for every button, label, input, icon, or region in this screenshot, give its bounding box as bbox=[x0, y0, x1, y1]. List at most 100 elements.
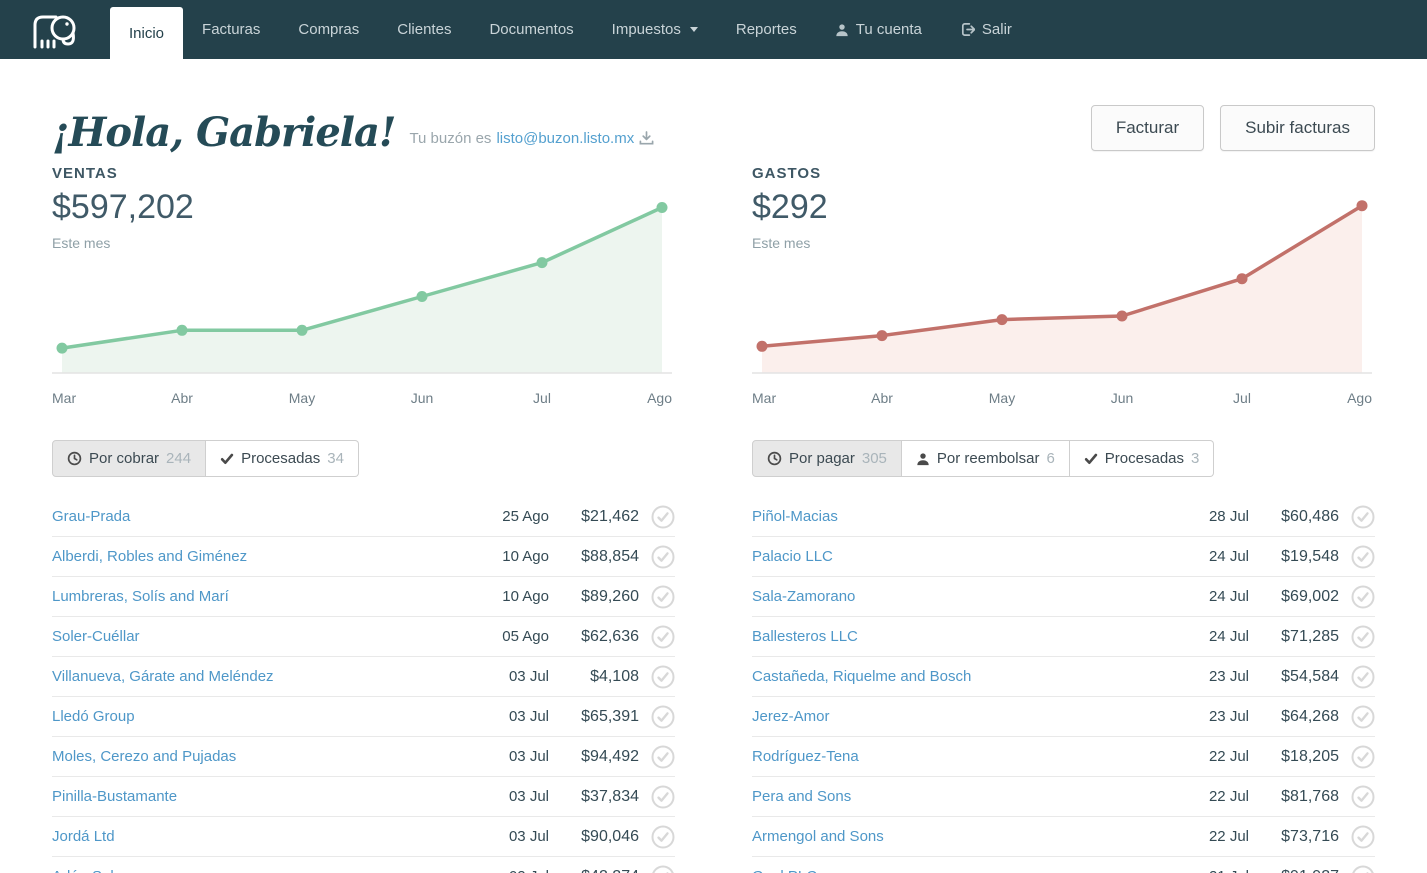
header-row: ¡Hola, Gabriela! Tu buzón es listo@buzon… bbox=[52, 59, 1375, 159]
expenses-tab-por-reembolsar[interactable]: Por reembolsar 6 bbox=[901, 440, 1070, 477]
check-icon bbox=[1084, 452, 1098, 465]
nav-item-label: Salir bbox=[981, 21, 1012, 38]
row-amount: $89,260 bbox=[581, 587, 639, 605]
check-circle-icon[interactable] bbox=[1351, 865, 1375, 873]
company-link[interactable]: Jerez-Amor bbox=[752, 708, 1139, 725]
sales-tab-por-cobrar[interactable]: Por cobrar 244 bbox=[52, 440, 207, 477]
nav-item-inicio[interactable]: Inicio bbox=[110, 7, 184, 59]
company-link[interactable]: Ballesteros LLC bbox=[752, 628, 1139, 645]
company-link[interactable]: Piñol-Macias bbox=[752, 508, 1139, 525]
expenses-title: GASTOS bbox=[752, 165, 822, 182]
company-link[interactable]: Lledó Group bbox=[52, 708, 439, 725]
dashboard: ¡Hola, Gabriela! Tu buzón es listo@buzon… bbox=[0, 59, 1427, 873]
row-amount: $88,854 bbox=[581, 547, 639, 565]
row-amount: $71,285 bbox=[1281, 627, 1339, 645]
company-link[interactable]: Castañeda, Riquelme and Bosch bbox=[752, 668, 1139, 685]
clock-icon bbox=[767, 451, 782, 466]
row-date: 05 Ago bbox=[502, 628, 549, 645]
listo-elephant-logo[interactable] bbox=[0, 0, 110, 59]
company-link[interactable]: Sala-Zamorano bbox=[752, 588, 1139, 605]
table-row: Rodríguez-Tena 22 Jul $18,205 bbox=[752, 737, 1375, 777]
nav-item-label: Documentos bbox=[489, 21, 574, 38]
row-amount: $4,108 bbox=[590, 667, 639, 685]
check-circle-icon[interactable] bbox=[651, 705, 675, 729]
table-row: Palacio LLC 24 Jul $19,548 bbox=[752, 537, 1375, 577]
tab-count: 34 bbox=[327, 450, 344, 467]
expenses-tab-por-pagar[interactable]: Por pagar 305 bbox=[752, 440, 902, 477]
table-row: Moles, Cerezo and Pujadas 03 Jul $94,492 bbox=[52, 737, 675, 777]
nav-item-facturas[interactable]: Facturas bbox=[183, 0, 279, 59]
company-link[interactable]: Alberdi, Robles and Giménez bbox=[52, 548, 439, 565]
check-circle-icon[interactable] bbox=[651, 585, 675, 609]
nav-item-impuestos[interactable]: Impuestos bbox=[593, 0, 717, 59]
row-amount: $62,636 bbox=[581, 627, 639, 645]
table-row: Ballesteros LLC 24 Jul $71,285 bbox=[752, 617, 1375, 657]
nav-item-salir[interactable]: Salir bbox=[941, 0, 1031, 59]
facturar-button[interactable]: Facturar bbox=[1090, 105, 1205, 151]
company-link[interactable]: Palacio LLC bbox=[752, 548, 1139, 565]
download-icon[interactable] bbox=[639, 131, 654, 146]
check-circle-icon[interactable] bbox=[651, 785, 675, 809]
company-link[interactable]: Villanueva, Gárate and Meléndez bbox=[52, 668, 439, 685]
expenses-tab-procesadas[interactable]: Procesadas 3 bbox=[1069, 440, 1215, 477]
sales-tab-procesadas[interactable]: Procesadas 34 bbox=[206, 440, 359, 477]
company-link[interactable]: Gual PLC bbox=[752, 868, 1139, 873]
company-link[interactable]: Soler-Cuéllar bbox=[52, 628, 439, 645]
company-link[interactable]: Rodríguez-Tena bbox=[752, 748, 1139, 765]
company-link[interactable]: Adán-Salas bbox=[52, 868, 439, 873]
check-circle-icon[interactable] bbox=[1351, 665, 1375, 689]
buzon-email-link[interactable]: listo@buzon.listo.mx bbox=[496, 130, 634, 147]
check-circle-icon[interactable] bbox=[1351, 505, 1375, 529]
nav-item-compras[interactable]: Compras bbox=[279, 0, 378, 59]
check-circle-icon[interactable] bbox=[651, 545, 675, 569]
expenses-panel: GASTOS $292 Este mes Mar Abr May Jun Jul Ago … bbox=[752, 163, 1375, 873]
sales-amount: $597,202 bbox=[52, 188, 194, 226]
check-circle-icon[interactable] bbox=[1351, 705, 1375, 729]
row-amount: $94,492 bbox=[581, 747, 639, 765]
check-circle-icon[interactable] bbox=[1351, 625, 1375, 649]
row-amount: $60,486 bbox=[1281, 507, 1339, 525]
sales-title: VENTAS bbox=[52, 165, 118, 182]
sales-chart-zone: VENTAS $597,202 Este mes Mar Abr May Jun Jul… bbox=[52, 163, 675, 408]
company-link[interactable]: Armengol and Sons bbox=[752, 828, 1139, 845]
nav-item-clientes[interactable]: Clientes bbox=[378, 0, 470, 59]
check-circle-icon[interactable] bbox=[651, 745, 675, 769]
nav-item-reportes[interactable]: Reportes bbox=[717, 0, 816, 59]
check-circle-icon[interactable] bbox=[1351, 785, 1375, 809]
sales-period: Este mes bbox=[52, 235, 111, 251]
check-circle-icon[interactable] bbox=[651, 625, 675, 649]
table-row: Jordá Ltd 03 Jul $90,046 bbox=[52, 817, 675, 857]
expenses-period: Este mes bbox=[752, 235, 811, 251]
sales-table: Grau-Prada 25 Ago $21,462 Alberdi, Robles a… bbox=[52, 497, 675, 873]
check-circle-icon[interactable] bbox=[651, 505, 675, 529]
check-circle-icon[interactable] bbox=[1351, 585, 1375, 609]
check-circle-icon[interactable] bbox=[1351, 825, 1375, 849]
expenses-tabs: Por pagar 305 Por reembolsar 6 Procesadas 3 bbox=[752, 440, 1375, 477]
company-link[interactable]: Grau-Prada bbox=[52, 508, 439, 525]
check-circle-icon[interactable] bbox=[1351, 545, 1375, 569]
check-circle-icon[interactable] bbox=[1351, 745, 1375, 769]
nav-item-tu-cuenta[interactable]: Tu cuenta bbox=[816, 0, 941, 59]
company-link[interactable]: Pera and Sons bbox=[752, 788, 1139, 805]
check-circle-icon[interactable] bbox=[651, 665, 675, 689]
x-axis-label: Ago bbox=[647, 390, 672, 406]
company-link[interactable]: Pinilla-Bustamante bbox=[52, 788, 439, 805]
row-amount: $81,768 bbox=[1281, 787, 1339, 805]
user-icon bbox=[916, 452, 930, 466]
check-circle-icon[interactable] bbox=[651, 825, 675, 849]
company-link[interactable]: Moles, Cerezo and Pujadas bbox=[52, 748, 439, 765]
x-axis-label: May bbox=[988, 390, 1016, 406]
tab-label: Por cobrar bbox=[89, 450, 160, 467]
row-amount: $90,046 bbox=[581, 827, 639, 845]
subir-facturas-button[interactable]: Subir facturas bbox=[1220, 105, 1375, 151]
row-date: 22 Jul bbox=[1208, 788, 1249, 805]
row-date: 24 Jul bbox=[1208, 628, 1249, 645]
check-circle-icon[interactable] bbox=[651, 865, 675, 873]
company-link[interactable]: Jordá Ltd bbox=[52, 828, 439, 845]
row-date: 21 Jul bbox=[1139, 868, 1249, 873]
x-axis-label: Mar bbox=[52, 390, 77, 406]
tab-label: Por reembolsar bbox=[936, 450, 1040, 467]
company-link[interactable]: Lumbreras, Solís and Marí bbox=[52, 588, 439, 605]
nav-item-documentos[interactable]: Documentos bbox=[470, 0, 592, 59]
elephant-icon bbox=[33, 15, 76, 48]
